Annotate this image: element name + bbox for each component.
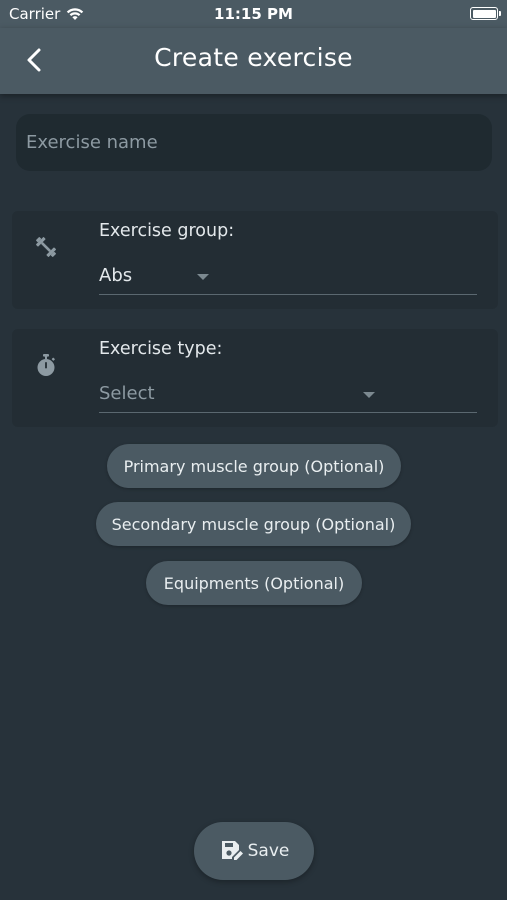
exercise-name-field[interactable]	[16, 114, 492, 171]
exercise-type-card: Exercise type: Select	[12, 329, 498, 427]
dropdown-arrow-icon	[363, 392, 375, 398]
save-button[interactable]: Save	[194, 822, 314, 880]
stopwatch-icon	[32, 351, 60, 379]
status-time: 11:15 PM	[214, 5, 293, 23]
save-edit-icon	[221, 841, 243, 860]
exercise-name-input[interactable]	[26, 132, 482, 153]
secondary-muscle-group-label: Secondary muscle group (Optional)	[111, 514, 396, 534]
exercise-type-value: Select	[99, 383, 155, 404]
dumbbell-icon	[32, 233, 60, 261]
primary-muscle-group-label: Primary muscle group (Optional)	[123, 456, 385, 476]
status-bar: Carrier 11:15 PM	[0, 0, 507, 28]
equipments-button[interactable]: Equipments (Optional)	[146, 561, 362, 605]
dropdown-arrow-icon	[197, 274, 209, 280]
primary-muscle-group-button[interactable]: Primary muscle group (Optional)	[107, 444, 401, 488]
exercise-type-select[interactable]: Select	[99, 379, 477, 413]
exercise-group-select[interactable]: Abs	[99, 261, 477, 295]
save-label: Save	[247, 841, 290, 861]
exercise-group-card: Exercise group: Abs	[12, 211, 498, 309]
page-title: Create exercise	[154, 43, 353, 72]
exercise-group-value: Abs	[99, 265, 133, 286]
battery-icon	[470, 7, 501, 20]
exercise-group-label: Exercise group:	[99, 221, 235, 241]
exercise-type-label: Exercise type:	[99, 339, 223, 359]
equipments-label: Equipments (Optional)	[163, 573, 345, 593]
secondary-muscle-group-button[interactable]: Secondary muscle group (Optional)	[96, 502, 411, 546]
app-header: Create exercise	[0, 28, 507, 94]
